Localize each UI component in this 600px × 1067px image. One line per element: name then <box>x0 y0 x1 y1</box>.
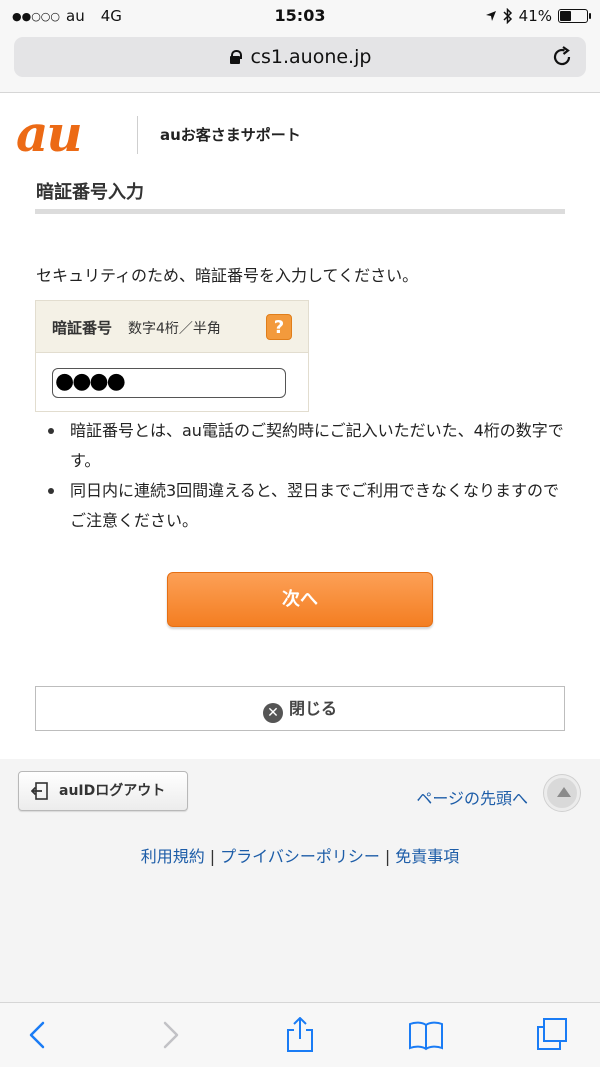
lock-icon <box>229 50 243 64</box>
link-separator: | <box>384 847 391 866</box>
footer: auIDログアウト ページの先頭へ 利用規約 | プライバシーポリシー | 免責事項 <box>0 759 600 1002</box>
logout-icon <box>31 782 48 800</box>
back-icon[interactable] <box>20 1017 56 1053</box>
bookmarks-icon[interactable] <box>408 1017 444 1053</box>
disclaimer-link[interactable]: 免責事項 <box>395 847 459 866</box>
battery-icon <box>558 9 591 23</box>
title-divider <box>35 209 565 214</box>
arrow-up-icon[interactable] <box>544 775 580 811</box>
close-icon: ✕ <box>262 703 283 723</box>
battery-level <box>560 11 572 21</box>
status-bar: ●●○○○ au 4G 15:03 41% <box>0 0 600 32</box>
link-separator: | <box>209 847 216 866</box>
site-header: au auお客さまサポート <box>0 108 600 168</box>
pin-input[interactable]: ●●●● <box>52 368 286 398</box>
share-icon[interactable] <box>282 1017 318 1053</box>
browser-chrome: ●●○○○ au 4G 15:03 41% cs1.auone.jp <box>0 0 600 93</box>
pin-entry-box: 暗証番号 数字4桁／半角 ? ●●●● <box>35 300 309 412</box>
next-button[interactable]: 次へ <box>167 572 433 627</box>
url-text: cs1.auone.jp <box>250 46 372 68</box>
page-title: 暗証番号入力 <box>36 182 144 203</box>
close-label: 閉じる <box>288 699 337 718</box>
forward-icon <box>163 1021 179 1049</box>
pin-box-header: 暗証番号 数字4桁／半角 ? <box>36 301 308 353</box>
list-item: 同日内に連続3回間違えると、翌日までご利用できなくなりますのでご注意ください。 <box>46 476 566 536</box>
location-arrow-icon <box>485 11 496 21</box>
browser-toolbar <box>0 1002 600 1067</box>
pin-label: 暗証番号 <box>52 319 113 337</box>
header-divider <box>137 116 138 154</box>
logout-button[interactable]: auIDログアウト <box>18 771 188 811</box>
help-icon[interactable]: ? <box>266 314 292 340</box>
tabs-icon[interactable] <box>534 1017 570 1053</box>
au-logo[interactable]: au <box>16 109 83 159</box>
support-title[interactable]: auお客さまサポート <box>160 124 301 145</box>
footer-links: 利用規約 | プライバシーポリシー | 免責事項 <box>0 843 600 867</box>
notes-list: 暗証番号とは、au電話のご契約時にご記入いただいた、4桁の数字です。 同日内に連… <box>46 416 566 536</box>
battery-percent: 41% <box>518 7 552 25</box>
reload-icon[interactable] <box>550 45 574 69</box>
close-button[interactable]: ✕ 閉じる <box>35 686 565 731</box>
pin-hint: 数字4桁／半角 <box>128 321 221 337</box>
privacy-policy-link[interactable]: プライバシーポリシー <box>220 847 380 866</box>
terms-link[interactable]: 利用規約 <box>141 847 205 866</box>
logout-label: auIDログアウト <box>59 783 166 799</box>
address-bar[interactable]: cs1.auone.jp <box>14 37 586 77</box>
bluetooth-icon <box>503 8 512 24</box>
page-top-link[interactable]: ページの先頭へ <box>416 785 528 809</box>
instruction-text: セキュリティのため、暗証番号を入力してください。 <box>36 266 419 285</box>
list-item: 暗証番号とは、au電話のご契約時にご記入いただいた、4桁の数字です。 <box>46 416 566 476</box>
